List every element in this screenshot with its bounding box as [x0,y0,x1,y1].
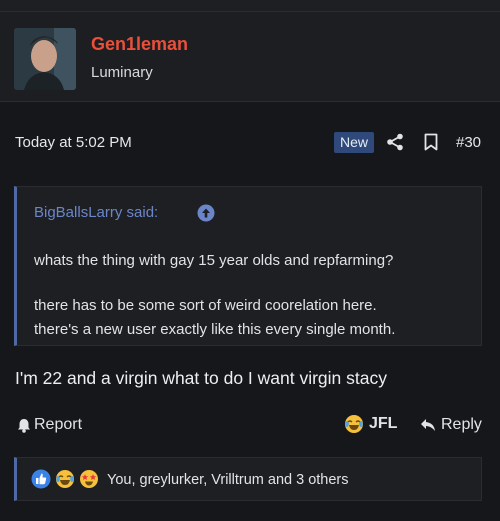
username[interactable]: Gen1leman [91,34,188,55]
quote-line: whats the thing with gay 15 year olds an… [34,252,394,269]
reply-label: Reply [441,416,482,433]
avatar[interactable] [14,28,76,90]
bell-icon [18,418,30,433]
user-block: Gen1leman Luminary [0,12,500,102]
post-date[interactable]: Today at 5:02 PM [15,134,132,151]
post-actions: Report JFL Reply [0,408,500,444]
jfl-label: JFL [369,415,398,432]
user-title: Luminary [91,64,153,81]
laugh-cry-icon [56,470,74,488]
laugh-cry-icon [345,415,363,433]
quote-author[interactable]: BigBallsLarry said: [34,204,158,221]
bookmark-icon[interactable] [424,133,438,151]
new-badge: New [334,132,375,153]
reply-arrow-icon [421,419,435,431]
jfl-reaction-button[interactable]: JFL [344,414,397,434]
report-label: Report [34,416,83,433]
reactions-bar[interactable]: You, greylurker, Vrilltrum and 3 others [14,457,482,501]
star-struck-icon [80,470,98,488]
top-strip [0,0,500,12]
reaction-icons [31,469,99,489]
like-icon [31,469,51,489]
post-meta: Today at 5:02 PM New #30 [0,120,500,164]
post-body: I'm 22 and a virgin what to do I want vi… [15,368,387,388]
jump-to-quote-icon[interactable] [197,204,215,222]
report-button[interactable]: Report [17,416,82,434]
post-number[interactable]: #30 [456,134,481,151]
reply-button[interactable]: Reply [420,416,482,434]
quote-line: there has to be some sort of weird coore… [34,297,377,314]
quote-block: BigBallsLarry said: whats the thing with… [14,186,482,346]
share-icon[interactable] [386,133,404,151]
reaction-summary[interactable]: You, greylurker, Vrilltrum and 3 others [107,472,349,488]
quote-line: there's a new user exactly like this eve… [34,321,396,338]
